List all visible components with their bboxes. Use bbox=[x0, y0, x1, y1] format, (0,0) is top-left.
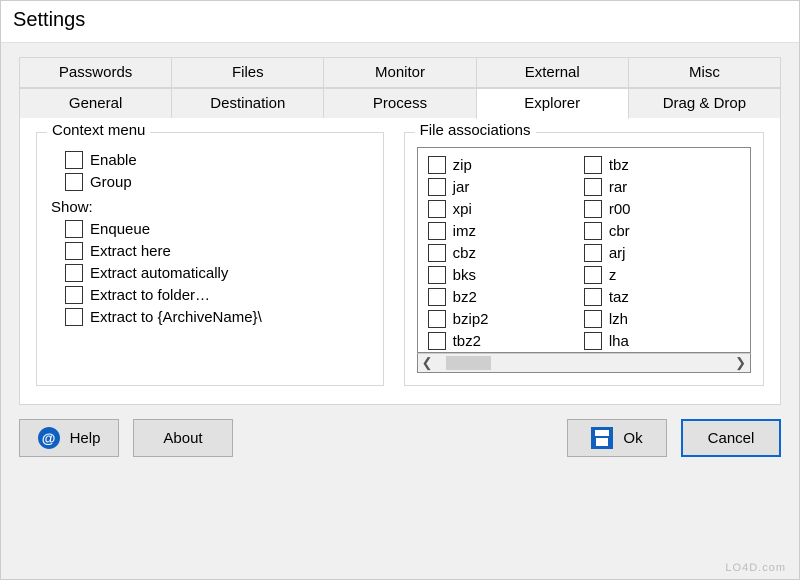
tab-process[interactable]: Process bbox=[323, 88, 476, 119]
label-bz2: bz2 bbox=[453, 289, 477, 306]
at-icon: @ bbox=[38, 427, 60, 449]
checkbox-group[interactable] bbox=[65, 173, 83, 191]
help-button[interactable]: @ Help bbox=[19, 419, 119, 457]
checkbox-rar[interactable] bbox=[584, 178, 602, 196]
show-label: Show: bbox=[51, 199, 369, 216]
context-menu-legend: Context menu bbox=[47, 122, 150, 139]
label-imz: imz bbox=[453, 223, 476, 240]
tab-drag-drop[interactable]: Drag & Drop bbox=[628, 88, 781, 119]
settings-window: Settings Passwords Files Monitor Externa… bbox=[0, 0, 800, 580]
checkbox-extract-auto[interactable] bbox=[65, 264, 83, 282]
about-button[interactable]: About bbox=[133, 419, 233, 457]
label-jar: jar bbox=[453, 179, 470, 196]
checkbox-tbz2[interactable] bbox=[428, 332, 446, 350]
label-lzh: lzh bbox=[609, 311, 628, 328]
tab-general[interactable]: General bbox=[19, 88, 172, 119]
checkbox-zip[interactable] bbox=[428, 156, 446, 174]
help-button-label: Help bbox=[70, 430, 101, 447]
label-xpi: xpi bbox=[453, 201, 472, 218]
scroll-thumb[interactable] bbox=[446, 356, 491, 370]
checkbox-tbz[interactable] bbox=[584, 156, 602, 174]
tab-files[interactable]: Files bbox=[171, 57, 324, 88]
tab-destination[interactable]: Destination bbox=[171, 88, 324, 119]
tab-monitor[interactable]: Monitor bbox=[323, 57, 476, 88]
scroll-right-icon[interactable]: ❯ bbox=[735, 355, 746, 371]
label-zip: zip bbox=[453, 157, 472, 174]
checkbox-bz2[interactable] bbox=[428, 288, 446, 306]
file-assoc-col-1: zip jar xpi imz cbz bks bz2 bzip2 tbz2 bbox=[428, 154, 584, 352]
checkbox-r00[interactable] bbox=[584, 200, 602, 218]
ok-button-label: Ok bbox=[623, 430, 642, 447]
ok-button[interactable]: Ok bbox=[567, 419, 667, 457]
label-rar: rar bbox=[609, 179, 627, 196]
tab-panel-explorer: Context menu Enable Group Show: Enqueue bbox=[19, 118, 781, 405]
context-menu-group: Context menu Enable Group Show: Enqueue bbox=[36, 132, 384, 386]
tab-control: Passwords Files Monitor External Misc Ge… bbox=[19, 57, 781, 405]
button-group-left: @ Help About bbox=[19, 419, 233, 457]
checkbox-imz[interactable] bbox=[428, 222, 446, 240]
tab-external[interactable]: External bbox=[476, 57, 629, 88]
checkbox-extract-auto-row: Extract automatically bbox=[65, 264, 369, 282]
file-assoc-list[interactable]: zip jar xpi imz cbz bks bz2 bzip2 tbz2 t… bbox=[417, 147, 751, 353]
checkbox-cbz[interactable] bbox=[428, 244, 446, 262]
checkbox-group-label: Group bbox=[90, 174, 132, 191]
file-assoc-legend: File associations bbox=[415, 122, 536, 139]
tab-misc[interactable]: Misc bbox=[628, 57, 781, 88]
tab-row-1: Passwords Files Monitor External Misc bbox=[19, 57, 781, 88]
label-r00: r00 bbox=[609, 201, 631, 218]
checkbox-extract-here-row: Extract here bbox=[65, 242, 369, 260]
checkbox-z[interactable] bbox=[584, 266, 602, 284]
checkbox-extract-folder[interactable] bbox=[65, 286, 83, 304]
checkbox-bzip2[interactable] bbox=[428, 310, 446, 328]
label-lha: lha bbox=[609, 333, 629, 350]
label-bks: bks bbox=[453, 267, 476, 284]
checkbox-lzh[interactable] bbox=[584, 310, 602, 328]
checkbox-xpi[interactable] bbox=[428, 200, 446, 218]
label-arj: arj bbox=[609, 245, 626, 262]
checkbox-taz[interactable] bbox=[584, 288, 602, 306]
checkbox-lha[interactable] bbox=[584, 332, 602, 350]
save-icon bbox=[591, 427, 613, 449]
button-group-right: Ok Cancel bbox=[567, 419, 781, 457]
file-assoc-col-2: tbz rar r00 cbr arj z taz lzh lha bbox=[584, 154, 740, 352]
tab-explorer[interactable]: Explorer bbox=[476, 88, 629, 119]
label-z: z bbox=[609, 267, 617, 284]
button-bar: @ Help About Ok Cancel bbox=[19, 405, 781, 457]
checkbox-cbr[interactable] bbox=[584, 222, 602, 240]
checkbox-extract-archive-label: Extract to {ArchiveName}\ bbox=[90, 309, 262, 326]
checkbox-arj[interactable] bbox=[584, 244, 602, 262]
tab-passwords[interactable]: Passwords bbox=[19, 57, 172, 88]
checkbox-extract-archive-row: Extract to {ArchiveName}\ bbox=[65, 308, 369, 326]
scroll-left-icon[interactable]: ❮ bbox=[422, 355, 433, 371]
file-assoc-scrollbar[interactable]: ❮ ❯ bbox=[417, 353, 751, 373]
checkbox-bks[interactable] bbox=[428, 266, 446, 284]
tab-row-2: General Destination Process Explorer Dra… bbox=[19, 88, 781, 119]
checkbox-enqueue[interactable] bbox=[65, 220, 83, 238]
checkbox-enqueue-label: Enqueue bbox=[90, 221, 150, 238]
label-taz: taz bbox=[609, 289, 629, 306]
checkbox-extract-auto-label: Extract automatically bbox=[90, 265, 228, 282]
checkbox-enable-label: Enable bbox=[90, 152, 137, 169]
cancel-button[interactable]: Cancel bbox=[681, 419, 781, 457]
label-bzip2: bzip2 bbox=[453, 311, 489, 328]
label-cbz: cbz bbox=[453, 245, 476, 262]
checkbox-extract-archive[interactable] bbox=[65, 308, 83, 326]
checkbox-enable[interactable] bbox=[65, 151, 83, 169]
checkbox-extract-folder-row: Extract to folder… bbox=[65, 286, 369, 304]
file-assoc-group: File associations zip jar xpi imz cbz bk… bbox=[404, 132, 764, 386]
label-cbr: cbr bbox=[609, 223, 630, 240]
cancel-button-label: Cancel bbox=[708, 430, 755, 447]
checkbox-group-row: Group bbox=[65, 173, 369, 191]
checkbox-enable-row: Enable bbox=[65, 151, 369, 169]
checkbox-extract-here[interactable] bbox=[65, 242, 83, 260]
checkbox-extract-here-label: Extract here bbox=[90, 243, 171, 260]
checkbox-jar[interactable] bbox=[428, 178, 446, 196]
about-button-label: About bbox=[163, 430, 202, 447]
checkbox-extract-folder-label: Extract to folder… bbox=[90, 287, 210, 304]
label-tbz: tbz bbox=[609, 157, 629, 174]
window-title: Settings bbox=[1, 1, 799, 43]
checkbox-enqueue-row: Enqueue bbox=[65, 220, 369, 238]
content-area: Passwords Files Monitor External Misc Ge… bbox=[1, 43, 799, 579]
label-tbz2: tbz2 bbox=[453, 333, 481, 350]
